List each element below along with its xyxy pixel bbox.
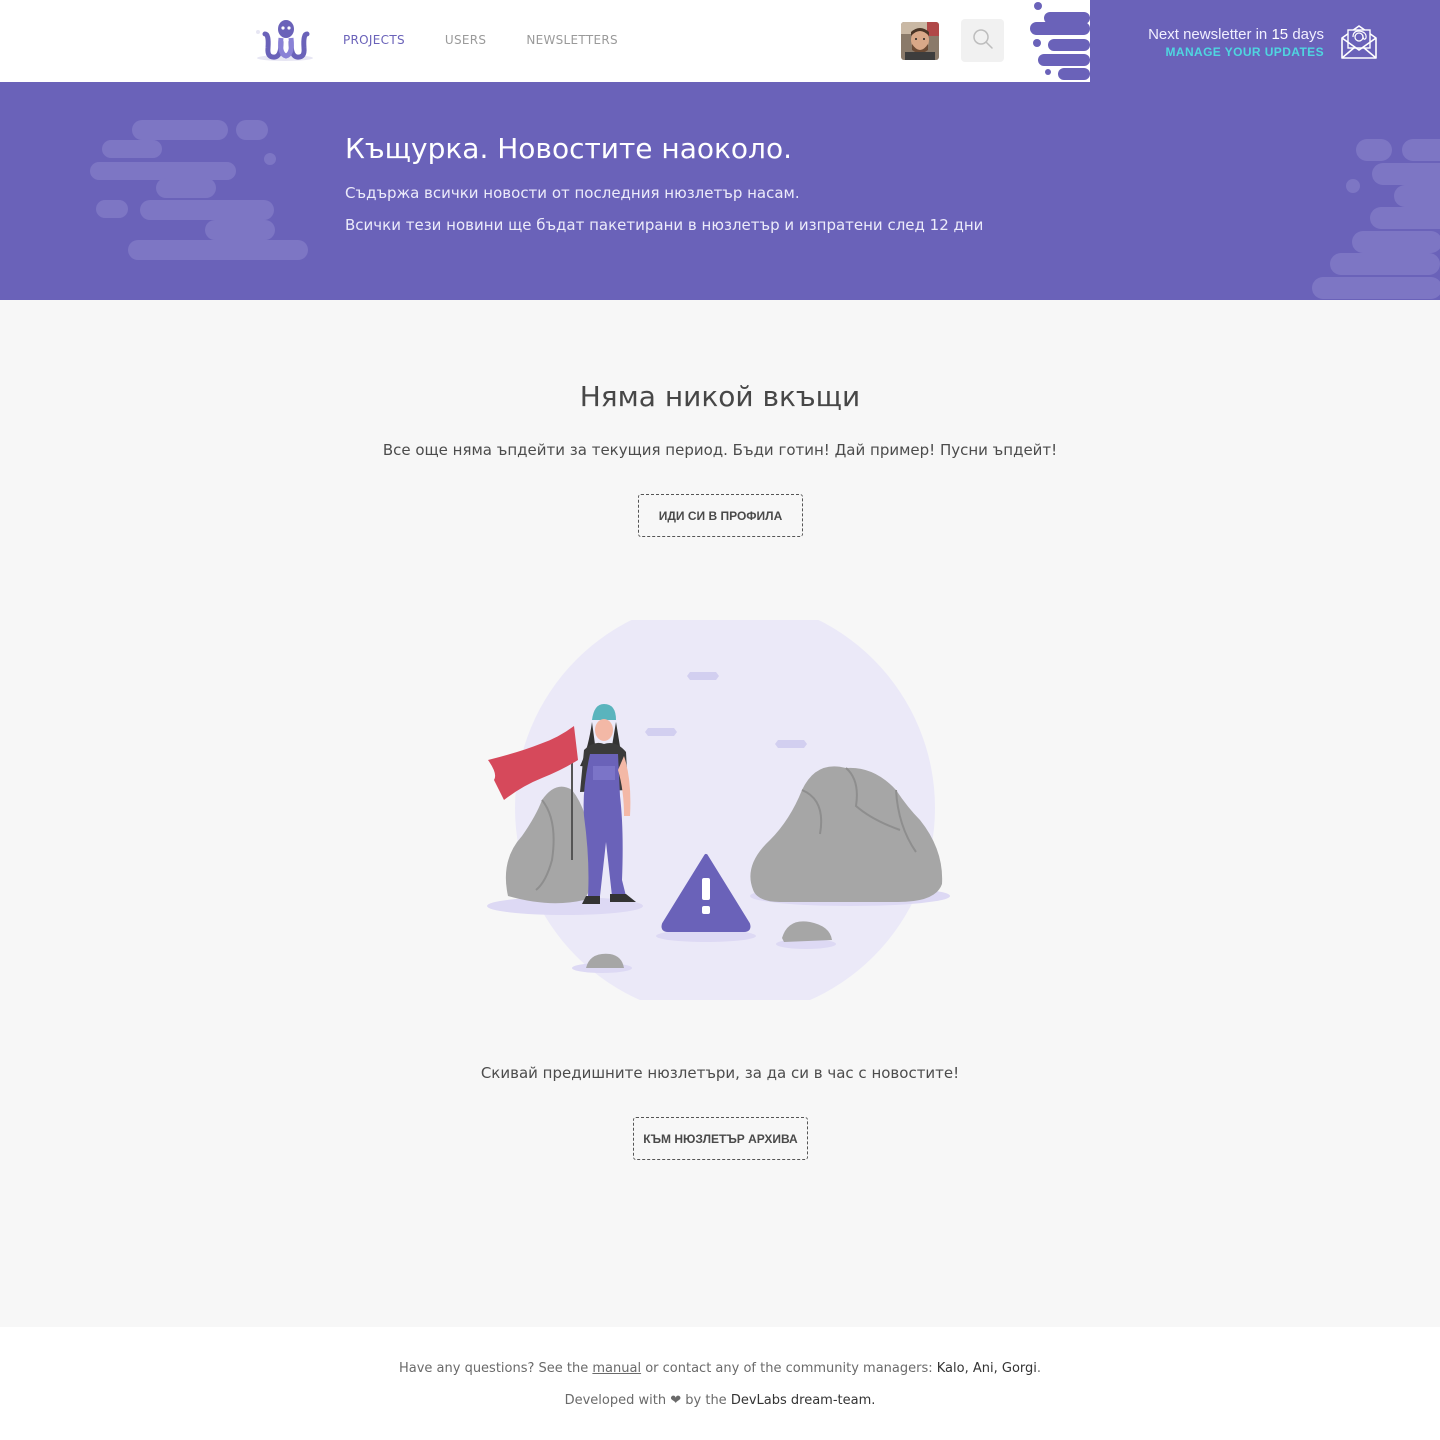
footer-questions-prefix: Have any questions? See the bbox=[398, 1361, 589, 1376]
heart-icon: ❤ bbox=[670, 1393, 682, 1408]
main-nav: PROJECTS USERS NEWSLETTERS bbox=[343, 33, 658, 47]
hero-title: Къщурка. Новостите наоколо. bbox=[345, 132, 792, 165]
main-content: Няма никой вкъщи Все още няма ъпдейти за… bbox=[0, 300, 1440, 1327]
archive-text: Скивай предишните нюзлетъри, за да си в … bbox=[480, 1064, 960, 1082]
footer-credits-prefix: Developed with bbox=[564, 1393, 667, 1408]
manual-link[interactable]: manual bbox=[592, 1361, 641, 1376]
hero-decoration-left bbox=[90, 120, 308, 260]
search-icon bbox=[972, 28, 994, 54]
next-newsletter-suffix: days bbox=[1292, 26, 1324, 43]
hero-decoration-right bbox=[1312, 139, 1440, 299]
footer: Have any questions? See the manual or co… bbox=[0, 1327, 1440, 1440]
hero-description-2: Всички тези новини ще бъдат пакетирани в… bbox=[345, 216, 984, 234]
next-newsletter-prefix: Next newsletter in bbox=[1148, 26, 1268, 43]
octopus-logo[interactable] bbox=[255, 18, 315, 62]
footer-questions-end: . bbox=[1036, 1361, 1042, 1376]
next-newsletter-text: Next newsletter in 15 days bbox=[1148, 26, 1324, 43]
search-button[interactable] bbox=[961, 19, 1004, 62]
nav-users[interactable]: USERS bbox=[445, 33, 486, 47]
mail-icon[interactable] bbox=[1340, 22, 1378, 60]
footer-questions-middle: or contact any of the community managers… bbox=[645, 1361, 933, 1376]
newsletter-days-count: 15 bbox=[1271, 26, 1289, 43]
empty-state-illustration bbox=[487, 620, 950, 1000]
footer-questions: Have any questions? See the manual or co… bbox=[0, 1361, 1440, 1376]
nav-projects[interactable]: PROJECTS bbox=[343, 33, 405, 47]
hero-description-1: Съдържа всички новости от последния нюзл… bbox=[345, 184, 800, 202]
manage-updates-link[interactable]: MANAGE YOUR UPDATES bbox=[1148, 45, 1324, 59]
newsletter-archive-button[interactable]: КЪМ НЮЗЛЕТЪР АРХИВА bbox=[633, 1117, 808, 1160]
empty-state-text: Все още няма ъпдейти за текущия период. … bbox=[382, 441, 1058, 459]
footer-credits-middle: by the bbox=[685, 1393, 727, 1408]
empty-state-title: Няма никой вкъщи bbox=[579, 380, 861, 413]
top-header: PROJECTS USERS NEWSLETTERS Next newslett… bbox=[0, 0, 1440, 82]
community-managers: Kalo, Ani, Gorgi bbox=[936, 1361, 1037, 1376]
nav-newsletters[interactable]: NEWSLETTERS bbox=[526, 33, 618, 47]
footer-credits: Developed with ❤ by the DevLabs dream-te… bbox=[0, 1393, 1440, 1408]
user-avatar[interactable] bbox=[901, 22, 939, 60]
hero-banner: Къщурка. Новостите наоколо. Съдържа всич… bbox=[0, 82, 1440, 300]
team-name: DevLabs dream-team. bbox=[730, 1393, 876, 1408]
go-to-profile-button[interactable]: ИДИ СИ В ПРОФИЛА bbox=[638, 494, 803, 537]
newsletter-info: Next newsletter in 15 days MANAGE YOUR U… bbox=[1148, 26, 1324, 59]
